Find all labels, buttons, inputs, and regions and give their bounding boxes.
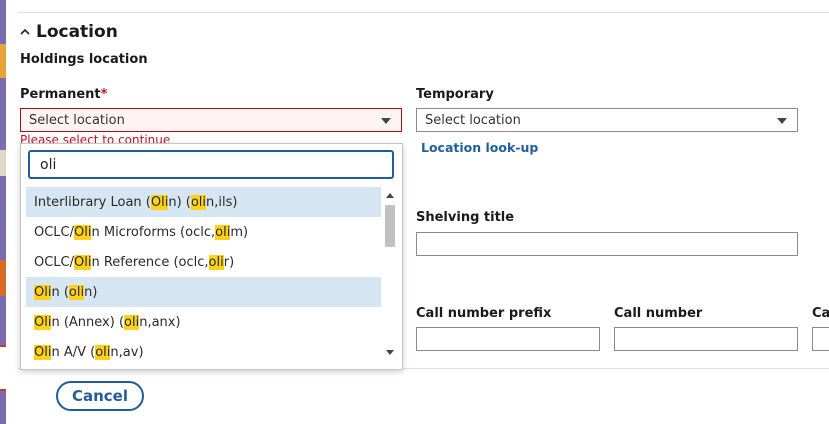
location-option[interactable]: OCLC/Oli n Microforms (oclc, oli m) xyxy=(26,217,381,247)
location-lookup-link[interactable]: Location look-up xyxy=(421,140,538,155)
location-option[interactable]: OCLC/Oli n Reference (oclc, oli r) xyxy=(26,247,381,277)
chevron-up-icon xyxy=(20,28,30,35)
match-highlight: oli xyxy=(95,344,111,360)
option-text: m) xyxy=(230,224,249,240)
match-highlight: Oli xyxy=(34,344,52,360)
permanent-label-text: Permanent xyxy=(20,87,101,102)
section-divider xyxy=(18,12,829,13)
option-text: n) xyxy=(84,284,98,300)
scroll-down-icon[interactable] xyxy=(386,350,394,355)
scroll-up-icon[interactable] xyxy=(386,193,394,198)
match-highlight: Oli xyxy=(34,314,52,330)
match-highlight: oli xyxy=(208,254,224,270)
option-text: Interlibrary Loan ( xyxy=(34,194,151,210)
required-marker: * xyxy=(100,87,108,102)
permanent-label: Permanent* xyxy=(20,87,107,102)
option-text: n A/V ( xyxy=(51,344,96,360)
shelving-title-label: Shelving title xyxy=(416,210,515,225)
call-number-prefix-input[interactable] xyxy=(416,327,600,351)
option-text: n,ils) xyxy=(206,194,238,210)
call-number-prefix-label: Call number prefix xyxy=(416,306,552,321)
call-number-input[interactable] xyxy=(614,327,798,351)
match-highlight: oli xyxy=(124,314,140,330)
option-text: n ( xyxy=(51,284,69,300)
option-text: n,anx) xyxy=(139,314,181,330)
option-text: r) xyxy=(223,254,235,270)
filter-input-value: oli xyxy=(40,156,57,173)
match-highlight: oli xyxy=(190,194,207,210)
temporary-select-value: Select location xyxy=(425,112,521,128)
holdings-location-heading: Holdings location xyxy=(20,52,148,67)
scrollbar-thumb[interactable] xyxy=(385,205,395,247)
location-option[interactable]: Oli n (oli n) xyxy=(26,277,381,307)
location-section-toggle[interactable]: Location xyxy=(20,20,118,44)
match-highlight: Oli xyxy=(150,194,169,210)
location-option[interactable]: Interlibrary Loan (Oli n) (oli n,ils) xyxy=(26,187,381,217)
option-text: n,av) xyxy=(110,344,144,360)
match-highlight: Oli xyxy=(34,284,52,300)
location-option[interactable]: Oli n A/V (oli n,av) xyxy=(26,337,381,367)
section-title: Location xyxy=(36,22,118,42)
cancel-button[interactable]: Cancel xyxy=(56,381,144,411)
option-text: OCLC/ xyxy=(34,224,75,240)
option-text: n (Annex) ( xyxy=(51,314,125,330)
dropdown-scrollbar[interactable] xyxy=(383,187,397,361)
match-highlight: Oli xyxy=(74,224,92,240)
option-text: n Microforms (oclc, xyxy=(91,224,216,240)
temporary-location-select[interactable]: Select location xyxy=(416,108,798,132)
call-number-label: Call number xyxy=(614,306,703,321)
call-number-suffix-input[interactable] xyxy=(812,327,829,351)
location-filter-input[interactable]: oli xyxy=(28,150,394,179)
temporary-label: Temporary xyxy=(416,87,494,102)
match-highlight: Oli xyxy=(74,254,92,270)
location-option[interactable]: Oli n (Annex) (oli n,anx) xyxy=(26,307,381,337)
match-highlight: oli xyxy=(68,284,85,300)
option-text: n) ( xyxy=(168,194,191,210)
location-options-list: Interlibrary Loan (Oli n) (oli n,ils) OCLC/… xyxy=(26,187,381,367)
permanent-select-value: Select location xyxy=(29,112,125,128)
option-text: n Reference (oclc, xyxy=(91,254,209,270)
desktop-icon-fragment xyxy=(0,44,6,78)
permanent-location-select[interactable]: Select location xyxy=(20,108,402,132)
location-dropdown[interactable]: oli Interlibrary Loan (Oli n) (oli n,ils) O… xyxy=(20,143,403,370)
call-number-suffix-label: Ca xyxy=(812,306,829,321)
match-highlight: oli xyxy=(215,224,231,240)
caret-down-icon xyxy=(381,118,391,124)
shelving-title-input[interactable] xyxy=(416,232,798,256)
desktop-icon-fragment xyxy=(0,150,6,176)
desktop-icon-fragment xyxy=(0,260,6,296)
desktop-icon-fragment xyxy=(0,345,6,391)
caret-down-icon xyxy=(777,118,787,124)
option-text: OCLC/ xyxy=(34,254,75,270)
